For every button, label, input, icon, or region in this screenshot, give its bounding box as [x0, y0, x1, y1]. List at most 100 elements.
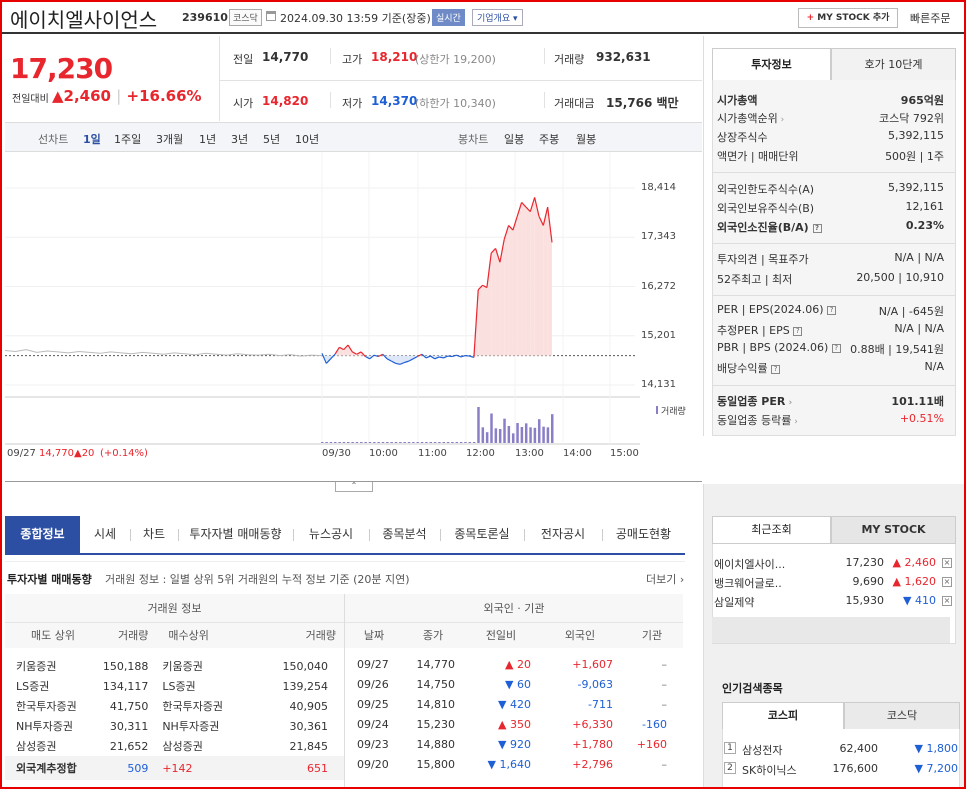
add-mystock-button[interactable]: + MY STOCK 추가	[798, 8, 898, 28]
tab-5year[interactable]: 5년	[263, 131, 280, 147]
info-value: 965억원	[900, 94, 944, 107]
help-icon[interactable]: ?	[793, 327, 803, 336]
bottom-tab[interactable]: 전자공시	[524, 516, 602, 553]
volume-bar	[451, 442, 454, 443]
help-icon[interactable]: ?	[827, 306, 837, 315]
row-institution: –	[661, 677, 668, 691]
tab-mystock[interactable]: MY STOCK	[831, 516, 956, 544]
bottom-tab[interactable]: 종목토론실	[440, 516, 524, 553]
change-percent: +16.66%	[126, 87, 202, 105]
realtime-badge[interactable]: 실시간	[432, 9, 465, 26]
tab-1week[interactable]: 1주일	[114, 131, 141, 147]
tab-daily[interactable]: 일봉	[504, 131, 524, 147]
volume-bars	[321, 407, 554, 443]
close-icon[interactable]: ×	[942, 558, 952, 568]
info-label: 투자의견 | 목표주가	[717, 253, 809, 266]
company-name: 에이치엘사이언스	[10, 8, 158, 32]
today-line-segment	[452, 354, 457, 358]
recent-item[interactable]: 에이치엘사이... 17,230 ▲ 2,460 ×	[714, 554, 954, 572]
tab-investment-info[interactable]: 투자정보	[712, 48, 831, 81]
volume-bar	[464, 442, 467, 443]
foreign-col-header: 날짜	[345, 622, 403, 648]
popular-name: 삼성전자	[742, 744, 783, 757]
close-icon[interactable]: ×	[942, 577, 952, 587]
bottom-tab[interactable]: 뉴스공시	[293, 516, 369, 553]
row-date: 09/27	[357, 657, 389, 671]
recent-item[interactable]: 삼일제약 15,930 ▼ 410 ×	[714, 592, 954, 610]
buyer-name: LS증권	[162, 680, 196, 693]
bottom-tab[interactable]: 시세	[80, 516, 130, 553]
open-label: 시가	[233, 97, 254, 110]
volume-bar	[321, 442, 324, 443]
volume-label: 거래량	[554, 53, 585, 66]
popular-item[interactable]: 1 삼성전자 62,400 ▼ 1,800	[724, 740, 958, 760]
volume-bar	[494, 428, 498, 443]
popular-title: 인기검색종목	[722, 682, 783, 695]
tab-weekly[interactable]: 주봉	[539, 131, 559, 147]
info-label: 액면가 | 매매단위	[717, 150, 799, 163]
volume-bar	[455, 442, 459, 443]
company-info-dropdown[interactable]: 기업개요 ▾	[472, 9, 523, 26]
bottom-tab[interactable]: 종목분석	[369, 516, 440, 553]
tab-10year[interactable]: 10년	[295, 131, 319, 147]
volume-bar	[360, 442, 363, 443]
tab-kosdaq[interactable]: 코스닥	[844, 702, 960, 730]
tab-3year[interactable]: 3년	[231, 131, 248, 147]
table-row[interactable]: 09/26 14,750 ▼ 60 -9,063 –	[345, 674, 683, 694]
volume-bar	[542, 426, 545, 443]
foreign-col-header: 전일비	[463, 622, 539, 648]
table-row[interactable]: 키움증권 150,188 키움증권 150,040	[5, 656, 344, 676]
volume-bar	[503, 418, 506, 443]
prev-info-change: ▲20	[74, 448, 95, 459]
recent-price: 17,230	[845, 556, 885, 569]
popular-change: ▼ 1,800	[914, 742, 958, 755]
volume-bar	[412, 442, 415, 443]
info-value: N/A | -645원	[878, 305, 944, 318]
collapse-toggle[interactable]: ⌃	[335, 482, 373, 492]
tab-monthly[interactable]: 월봉	[576, 131, 596, 147]
bottom-tab[interactable]: 차트	[130, 516, 178, 553]
info-value: 0.88배 | 19,541원	[850, 343, 944, 356]
volume-bar	[394, 442, 398, 443]
bottom-tab[interactable]: 종합정보	[5, 516, 80, 553]
close-icon[interactable]: ×	[942, 596, 952, 606]
tab-orderbook-10[interactable]: 호가 10단계	[831, 48, 956, 81]
table-row[interactable]: LS증권 134,117 LS증권 139,254	[5, 676, 344, 696]
divider	[330, 92, 331, 108]
volume-bar	[481, 427, 485, 443]
popular-item[interactable]: 2 SK하이닉스 176,600 ▼ 7,200	[724, 760, 958, 780]
volume-bar	[390, 442, 393, 443]
tab-separator	[178, 529, 179, 541]
row-institution: –	[661, 757, 668, 771]
table-row[interactable]: 09/20 15,800 ▼ 1,640 +2,796 –	[345, 754, 683, 774]
buyer-volume: 30,361	[289, 719, 329, 733]
y-tick-label: 17,343	[641, 231, 676, 243]
info-value: +0.51%	[899, 412, 944, 425]
bottom-tab[interactable]: 투자자별 매매동향	[178, 516, 293, 553]
tab-3month[interactable]: 3개월	[156, 131, 183, 147]
table-row[interactable]: 09/25 14,810 ▼ 420 -711 –	[345, 694, 683, 714]
table-row[interactable]: 09/24 15,230 ▲ 350 +6,330 -160	[345, 714, 683, 734]
bottom-tab[interactable]: 공매도현황	[602, 516, 685, 553]
help-icon[interactable]: ?	[812, 224, 822, 233]
info-label: 외국인한도주식수(A)	[717, 183, 815, 196]
x-tick-label: 12:00	[466, 448, 495, 459]
tab-recent[interactable]: 최근조회	[712, 516, 831, 544]
more-link[interactable]: 더보기 ›	[646, 571, 684, 587]
row-close: 14,810	[416, 697, 456, 711]
trade-value: 15,766 백만	[606, 96, 679, 110]
quick-order-link[interactable]: 빠른주문	[910, 10, 950, 26]
info-label: 추정PER | EPS ?	[717, 322, 803, 338]
help-icon[interactable]: ?	[831, 344, 841, 353]
divider	[5, 561, 685, 562]
table-row[interactable]: 삼성증권 21,652 삼성증권 21,845	[5, 736, 344, 756]
table-row[interactable]: NH투자증권 30,311 NH투자증권 30,361	[5, 716, 344, 736]
table-row[interactable]: 09/27 14,770 ▲ 20 +1,607 –	[345, 654, 683, 674]
table-row[interactable]: 한국투자증권 41,750 한국투자증권 40,905	[5, 696, 344, 716]
tab-1year[interactable]: 1년	[199, 131, 216, 147]
help-icon[interactable]: ?	[771, 365, 781, 374]
tab-1day[interactable]: 1일	[83, 131, 101, 147]
recent-item[interactable]: 뱅크웨어글로.. 9,690 ▲ 1,620 ×	[714, 573, 954, 591]
table-row[interactable]: 09/23 14,880 ▼ 920 +1,780 +160	[345, 734, 683, 754]
tab-kospi[interactable]: 코스피	[722, 702, 844, 730]
